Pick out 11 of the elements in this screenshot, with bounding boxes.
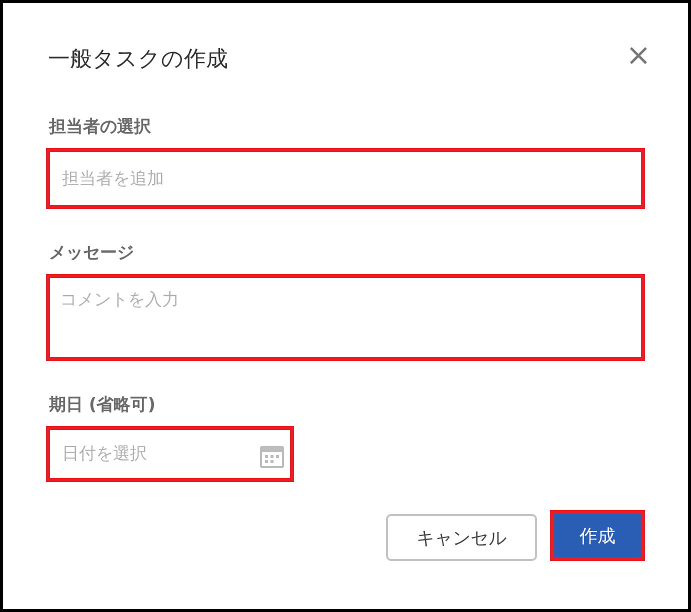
calendar-icon[interactable]	[260, 446, 284, 468]
field-label: メッセージ	[49, 242, 134, 264]
close-button[interactable]: ×	[624, 43, 653, 69]
message-field[interactable]: コメントを入力	[46, 274, 645, 361]
dialog-title: 一般タスクの作成	[48, 46, 228, 74]
assignee-field[interactable]: 担当者を追加	[46, 148, 645, 209]
cancel-button[interactable]: キャンセル	[386, 514, 537, 561]
field-label: 期日 (省略可)	[49, 394, 156, 416]
create-button[interactable]: 作成	[550, 510, 645, 561]
date-field[interactable]: 日付を選択	[46, 426, 294, 482]
field-label: 担当者の選択	[49, 116, 151, 138]
